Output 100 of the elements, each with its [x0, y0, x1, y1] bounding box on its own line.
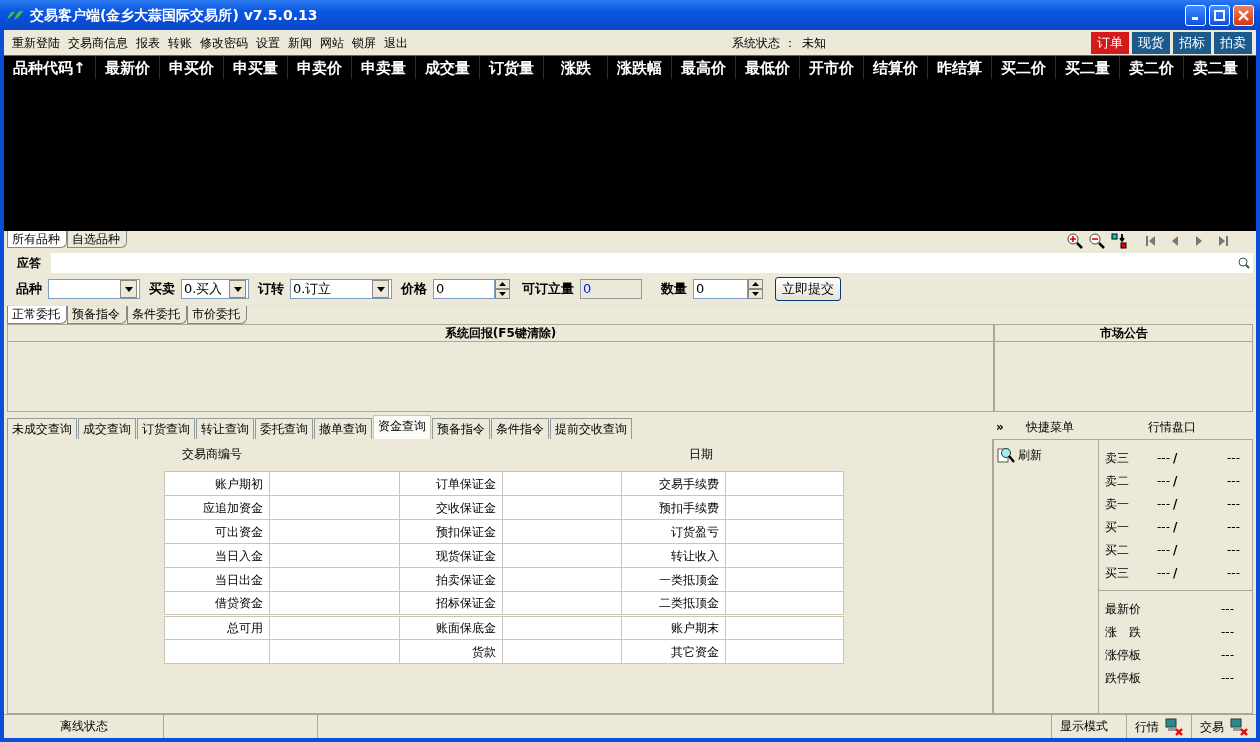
- down-icon: [499, 292, 506, 296]
- field-label: 账面保底金: [399, 615, 503, 640]
- response-label: 应答: [16, 255, 42, 272]
- divider-text: /: [1173, 564, 1179, 582]
- price-value: ---: [1157, 449, 1170, 467]
- first-icon[interactable]: [1145, 235, 1157, 247]
- quote-tab[interactable]: 自选品种: [67, 231, 127, 248]
- zoom-in-icon[interactable]: [1067, 233, 1083, 249]
- section-title: 快捷菜单: [1025, 419, 1074, 436]
- status-text: 显示模式: [1051, 715, 1127, 738]
- volume-value: ---: [1227, 449, 1240, 467]
- market-button[interactable]: 拍卖: [1214, 31, 1252, 54]
- field-label: 当日入金: [164, 543, 270, 568]
- swap-icon[interactable]: [1111, 233, 1127, 249]
- volume-value: ---: [1227, 495, 1240, 513]
- spin-up-button[interactable]: [495, 279, 510, 289]
- menu-item[interactable]: 网站: [316, 33, 348, 52]
- submit-button[interactable]: 立即提交: [775, 277, 841, 301]
- price-value: ---: [1157, 518, 1170, 536]
- menu-item[interactable]: 刷新: [997, 446, 1098, 464]
- query-tab[interactable]: 委托查询: [255, 418, 313, 439]
- query-tab[interactable]: 转让查询: [196, 418, 254, 439]
- window-title: 交易客户端(金乡大蒜国际交易所) v7.5.0.13: [30, 5, 318, 25]
- price-value: ---: [1157, 495, 1170, 513]
- order-tab[interactable]: 市价委托: [187, 306, 247, 324]
- last-icon[interactable]: [1217, 235, 1229, 247]
- panel-title: 市场公告: [995, 325, 1252, 342]
- order-tab[interactable]: 条件委托: [127, 306, 187, 324]
- market-button[interactable]: 订单: [1091, 31, 1129, 54]
- input-field[interactable]: 0: [693, 279, 748, 299]
- search-icon[interactable]: [1238, 257, 1250, 269]
- query-tab[interactable]: 撤单查询: [314, 418, 372, 439]
- up-icon: [752, 282, 759, 286]
- level-label: 买一: [1105, 518, 1130, 536]
- minimize-button[interactable]: [1185, 4, 1206, 26]
- menu-item[interactable]: 重新登陆: [8, 33, 64, 52]
- maximize-icon: [1214, 10, 1225, 21]
- market-button[interactable]: 招标: [1173, 31, 1211, 54]
- field-label: 现货保证金: [399, 543, 503, 568]
- level-label: 卖三: [1105, 449, 1130, 467]
- field-label: 可出资金: [164, 519, 270, 544]
- query-tab[interactable]: 成交查询: [78, 418, 136, 439]
- status-text: 行情: [1135, 718, 1159, 736]
- field-label: 交收保证金: [399, 495, 503, 520]
- quote-tab[interactable]: 所有品种: [7, 231, 67, 248]
- stat-value: ---: [1221, 623, 1234, 641]
- status-text: 交易: [1200, 718, 1224, 736]
- status-value: 未知: [801, 34, 826, 52]
- divider-text: /: [1173, 518, 1179, 536]
- spin-down-button[interactable]: [495, 289, 510, 299]
- query-tab[interactable]: 预备指令: [432, 418, 490, 439]
- field-label: 总可用: [164, 615, 270, 640]
- input-field[interactable]: 0: [433, 279, 495, 299]
- caret-icon: [233, 286, 242, 292]
- query-tab[interactable]: 未成交查询: [7, 418, 77, 439]
- maximize-button[interactable]: [1209, 4, 1230, 26]
- panel-title: 系统回报(F5键清除): [8, 325, 993, 342]
- menu-item[interactable]: 交易商信息: [64, 33, 132, 52]
- field-label: 交易手续费: [621, 471, 726, 496]
- spin-up-button[interactable]: [748, 279, 763, 289]
- volume-value: ---: [1227, 472, 1240, 490]
- menu-item[interactable]: 修改密码: [196, 33, 252, 52]
- query-tab[interactable]: 资金查询: [373, 415, 431, 439]
- menu-item[interactable]: 转账: [164, 33, 196, 52]
- divider-text: /: [1173, 495, 1179, 513]
- status-text: 离线状态: [4, 715, 164, 738]
- menu-item[interactable]: 新闻: [284, 33, 316, 52]
- field-label: 买卖: [149, 280, 175, 299]
- dropdown-field[interactable]: [48, 279, 140, 299]
- status-label: 系统状态 ：: [732, 34, 796, 52]
- spin-down-button[interactable]: [748, 289, 763, 299]
- field-label: 数量: [661, 280, 687, 299]
- menu-item[interactable]: 锁屏: [348, 33, 380, 52]
- expand-toggle[interactable]: »: [996, 418, 1004, 436]
- field-label: 订货盈亏: [621, 519, 726, 544]
- market-button[interactable]: 现货: [1132, 31, 1170, 54]
- field-label: 订转: [258, 280, 284, 299]
- close-button[interactable]: [1233, 4, 1254, 26]
- dropdown-field[interactable]: 0.买入: [181, 279, 249, 299]
- stat-value: ---: [1221, 600, 1234, 618]
- query-tab[interactable]: 条件指令: [491, 418, 549, 439]
- field-label: 预扣手续费: [621, 495, 726, 520]
- menu-item[interactable]: 设置: [252, 33, 284, 52]
- field-label: 货款: [399, 639, 503, 664]
- field-label: 订单保证金: [399, 471, 503, 496]
- dropdown-field[interactable]: 0.订立: [290, 279, 392, 299]
- price-value: ---: [1157, 541, 1170, 559]
- order-tab[interactable]: 正常委托: [7, 306, 67, 324]
- menu-item[interactable]: 报表: [132, 33, 164, 52]
- query-tab[interactable]: 提前交收查询: [550, 418, 632, 439]
- menu-item[interactable]: 退出: [380, 33, 412, 52]
- field-label: 借贷资金: [164, 591, 270, 616]
- field-label: 交易商编号: [182, 446, 242, 463]
- zoom-out-icon[interactable]: [1089, 233, 1105, 249]
- field-label: 转让收入: [621, 543, 726, 568]
- order-tab[interactable]: 预备指令: [67, 306, 127, 324]
- query-tab[interactable]: 订货查询: [137, 418, 195, 439]
- stat-value: ---: [1221, 669, 1234, 687]
- caret-icon: [376, 286, 385, 292]
- field-label: 账户期初: [164, 471, 270, 496]
